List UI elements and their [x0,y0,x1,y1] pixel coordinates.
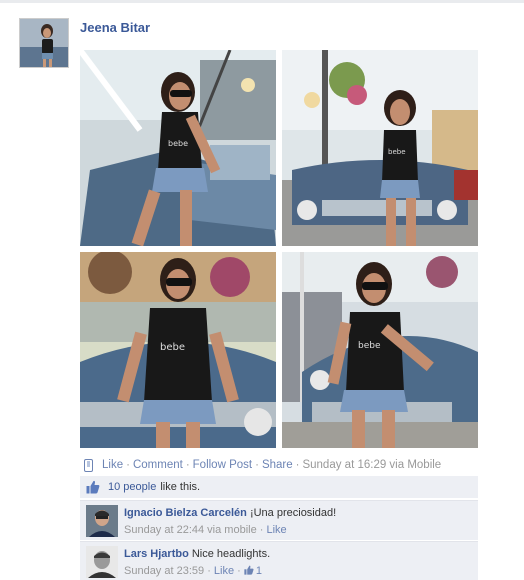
separator: · [237,565,244,577]
post-photo-4[interactable]: bebe [282,252,478,448]
post-photo-2[interactable]: bebe [282,50,478,246]
comment-like-link[interactable]: Like [214,565,234,577]
thumbs-up-icon [86,480,100,494]
commenter-name[interactable]: Ignacio Bielza Carcelén [124,507,247,519]
svg-text:bebe: bebe [160,342,185,353]
likes-text: like this. [160,481,201,493]
comment-like-link[interactable]: Like [267,524,287,536]
post-author-name[interactable]: Jeena Bitar [80,20,150,35]
separator: · [126,459,130,471]
comment-timestamp: Sunday at 23:59 [124,565,205,577]
comment-text: Nice headlights. [191,548,271,560]
author-avatar[interactable] [19,18,69,68]
thumbs-up-icon [244,565,254,575]
svg-text:bebe: bebe [168,139,188,148]
top-divider [0,0,524,3]
separator: · [259,524,267,536]
svg-text:bebe: bebe [358,341,381,351]
comment-item: Ignacio Bielza Carcelén ¡Una preciosidad… [80,500,478,540]
commenter-avatar[interactable] [86,505,118,537]
post-photo-1[interactable]: bebe [80,50,276,246]
likes-count-link[interactable]: 10 people [108,481,156,493]
comment-link[interactable]: Comment [133,459,183,471]
svg-text:bebe: bebe [388,148,406,156]
commenter-avatar[interactable] [86,546,118,578]
likes-summary: 10 people like this. [80,476,478,498]
share-link[interactable]: Share [262,459,293,471]
post-actions-bar: Like · Comment · Follow Post · Share · S… [80,457,441,473]
separator: · [185,459,190,471]
comment-item: Lars Hjartbo Nice headlights. Sunday at … [80,541,478,580]
like-link[interactable]: Like [102,459,123,471]
mobile-icon [84,458,93,472]
separator: · [295,459,300,471]
separator: · [207,565,214,577]
comment-text: ¡Una preciosidad! [249,507,337,519]
separator: · [255,459,259,471]
post-timestamp: Sunday at 16:29 via Mobile [302,459,442,471]
commenter-name[interactable]: Lars Hjartbo [124,548,189,560]
comment-timestamp: Sunday at 22:44 via mobile [124,524,257,536]
post-photo-3[interactable]: bebe [80,252,276,448]
photo-grid: bebe bebe bebe bebe [80,50,478,448]
follow-post-link[interactable]: Follow Post [193,459,252,471]
comment-like-count[interactable]: 1 [256,565,262,577]
